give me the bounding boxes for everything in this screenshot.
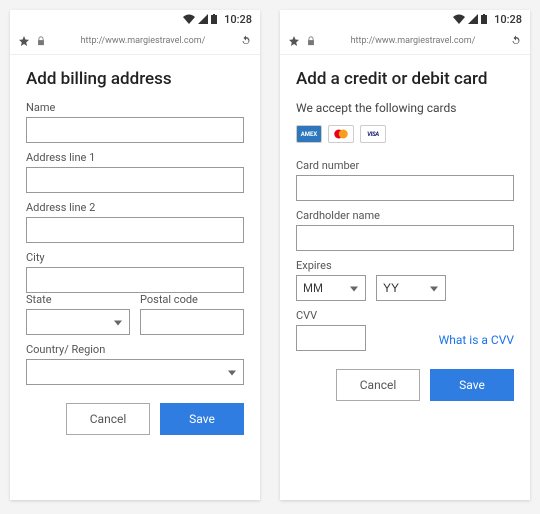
input-city[interactable] xyxy=(26,267,244,293)
status-icons xyxy=(183,14,217,24)
battery-icon xyxy=(211,14,217,24)
url-bar: http://www.margiestravel.com/ xyxy=(10,28,260,55)
label-addr1: Address line 1 xyxy=(26,151,244,164)
status-bar: 10:28 xyxy=(10,10,260,28)
select-state[interactable] xyxy=(26,309,130,335)
mastercard-icon xyxy=(328,125,354,143)
accept-text: We accept the following cards xyxy=(296,101,514,115)
lock-icon xyxy=(36,35,46,47)
lock-icon xyxy=(306,35,316,47)
billing-form: Add billing address Name Address line 1 … xyxy=(10,55,260,500)
battery-icon xyxy=(481,14,487,24)
label-cvv: CVV xyxy=(296,309,514,322)
input-cvv[interactable] xyxy=(296,325,366,351)
label-state: State xyxy=(26,293,130,306)
url-text[interactable]: http://www.margiestravel.com/ xyxy=(52,36,234,46)
select-year[interactable]: YY xyxy=(376,275,446,301)
card-form: Add a credit or debit card We accept the… xyxy=(280,55,530,500)
url-text[interactable]: http://www.margiestravel.com/ xyxy=(322,36,504,46)
select-month[interactable]: MM xyxy=(296,275,366,301)
phone-billing-address: 10:28 http://www.margiestravel.com/ Add … xyxy=(10,10,260,500)
cell-signal-icon xyxy=(468,14,478,24)
star-icon[interactable] xyxy=(288,35,300,47)
cell-signal-icon xyxy=(198,14,208,24)
amex-card-icon: AMEX xyxy=(296,125,322,143)
cancel-button[interactable]: Cancel xyxy=(66,403,150,435)
cancel-button[interactable]: Cancel xyxy=(336,369,420,401)
status-icons xyxy=(453,14,487,24)
label-addr2: Address line 2 xyxy=(26,201,244,214)
input-postal[interactable] xyxy=(140,309,244,335)
label-postal: Postal code xyxy=(140,293,244,306)
visa-card-icon: VISA xyxy=(360,125,386,143)
phone-credit-card: 10:28 http://www.margiestravel.com/ Add … xyxy=(280,10,530,500)
status-bar: 10:28 xyxy=(280,10,530,28)
refresh-icon[interactable] xyxy=(240,35,252,47)
card-logos: AMEX VISA xyxy=(296,125,514,143)
label-country: Country/ Region xyxy=(26,343,244,356)
page-title: Add a credit or debit card xyxy=(296,69,514,89)
input-name[interactable] xyxy=(26,117,244,143)
what-is-cvv-link[interactable]: What is a CVV xyxy=(439,333,514,351)
star-icon[interactable] xyxy=(18,35,30,47)
refresh-icon[interactable] xyxy=(510,35,522,47)
wifi-icon xyxy=(183,14,195,24)
select-country[interactable] xyxy=(26,359,244,385)
status-time: 10:28 xyxy=(494,13,522,26)
label-holder: Cardholder name xyxy=(296,209,514,222)
label-cardnum: Card number xyxy=(296,159,514,172)
label-expires: Expires xyxy=(296,259,514,272)
input-addr1[interactable] xyxy=(26,167,244,193)
save-button[interactable]: Save xyxy=(430,369,514,401)
input-cardnum[interactable] xyxy=(296,175,514,201)
page-title: Add billing address xyxy=(26,69,244,89)
save-button[interactable]: Save xyxy=(160,403,244,435)
input-addr2[interactable] xyxy=(26,217,244,243)
label-name: Name xyxy=(26,101,244,114)
wifi-icon xyxy=(453,14,465,24)
label-city: City xyxy=(26,251,244,264)
status-time: 10:28 xyxy=(224,13,252,26)
url-bar: http://www.margiestravel.com/ xyxy=(280,28,530,55)
input-holder[interactable] xyxy=(296,225,514,251)
